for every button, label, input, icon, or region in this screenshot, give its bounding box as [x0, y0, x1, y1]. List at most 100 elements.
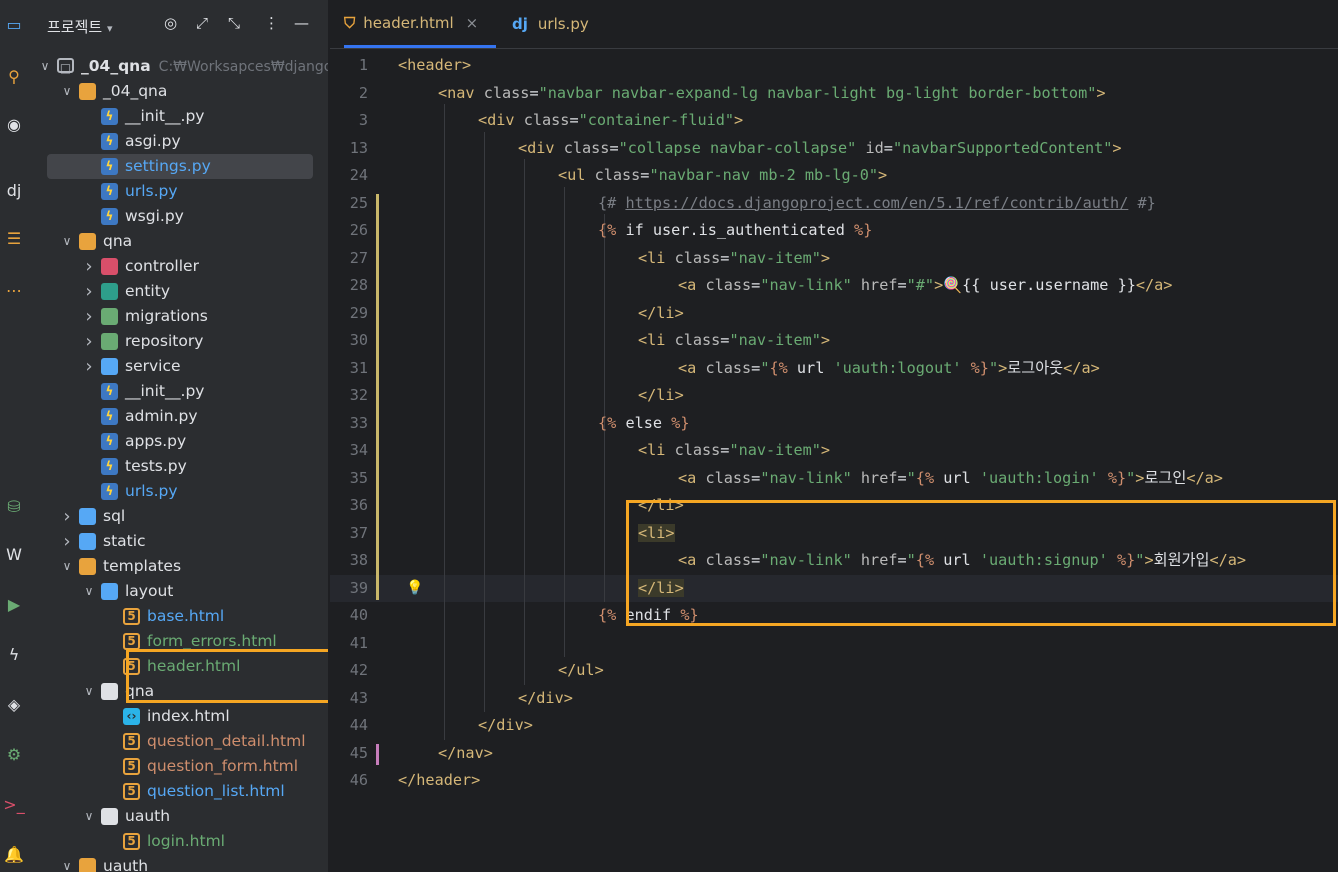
chevron-down-icon[interactable]: ∨	[39, 54, 51, 79]
close-icon[interactable]: ×	[466, 14, 479, 32]
project-panel-header: 프로젝트 ▾ ◎ ⤢ ⤡ ⋮ —	[32, 0, 328, 50]
tab-urls-py[interactable]: dj urls.py	[512, 0, 622, 48]
run-icon[interactable]: ▶	[0, 590, 28, 618]
tree-item[interactable]: ∨ uauth	[32, 804, 328, 829]
tree-item[interactable]: › service	[32, 354, 328, 379]
html5-icon: ⛉	[344, 13, 356, 32]
tree-item[interactable]: ∨ qna	[32, 229, 328, 254]
python-file-icon: ϟ	[101, 383, 118, 400]
tree-item-label: settings.py	[125, 157, 211, 175]
settings-icon[interactable]: ⚙	[0, 740, 28, 768]
tree-item[interactable]: ϟ wsgi.py	[32, 204, 328, 229]
more-icon[interactable]: ⋯	[0, 276, 28, 304]
commit-icon[interactable]: ⚲	[0, 62, 28, 90]
locate-icon[interactable]: ◎	[164, 14, 177, 32]
notifications-icon[interactable]: 🔔	[0, 840, 28, 868]
code-text: <a class="nav-link" href="{% url 'uauth:…	[678, 468, 1223, 487]
html5-icon: 5	[123, 833, 140, 850]
code-text: {# https://docs.djangoproject.com/en/5.1…	[598, 193, 1156, 212]
database-icon[interactable]: ⛁	[0, 492, 28, 520]
tree-item[interactable]: ϟ urls.py	[32, 179, 328, 204]
tree-item-label: login.html	[147, 832, 225, 850]
django-icon: dj	[512, 15, 528, 33]
code-text: </li>	[638, 386, 684, 404]
code-line: 2 <nav class="navbar navbar-expand-lg nav…	[330, 80, 1338, 108]
chevron-right-icon[interactable]: ›	[83, 354, 95, 379]
line-number: 31	[349, 358, 368, 377]
tree-item-label: uauth	[103, 857, 149, 872]
line-number: 38	[349, 551, 368, 569]
tree-item-label: migrations	[125, 307, 208, 325]
github-icon[interactable]: ◉	[0, 110, 28, 138]
chevron-down-icon[interactable]: ∨	[61, 229, 73, 254]
tree-item[interactable]: ϟ apps.py	[32, 429, 328, 454]
code-line: 44 </div>	[330, 712, 1338, 740]
monitor-icon[interactable]: ▭	[0, 10, 28, 38]
options-icon[interactable]: ⋮	[264, 14, 279, 32]
layers-icon[interactable]: ◈	[0, 690, 28, 718]
chevron-right-icon[interactable]: ›	[83, 279, 95, 304]
tree-item[interactable]: ϟ admin.py	[32, 404, 328, 429]
chevron-right-icon[interactable]: ›	[83, 254, 95, 279]
tree-item-label: urls.py	[125, 482, 178, 500]
tree-item-label: question_detail.html	[147, 732, 306, 750]
chevron-down-icon[interactable]: ∨	[83, 579, 95, 604]
code-text: </div>	[518, 688, 573, 707]
project-panel-title[interactable]: 프로젝트 ▾	[47, 16, 113, 37]
controller-package-icon	[101, 258, 118, 275]
django-icon[interactable]: dj	[0, 176, 28, 204]
chevron-right-icon[interactable]: ›	[61, 504, 73, 529]
tree-item[interactable]: ∨ layout	[32, 579, 328, 604]
tree-item[interactable]: › repository	[32, 329, 328, 354]
chevron-down-icon[interactable]: ∨	[83, 804, 95, 829]
terminal-icon[interactable]: >_	[0, 790, 28, 818]
tree-item[interactable]: ∨ □ _04_qna C:₩Worksapces₩django	[32, 54, 328, 79]
tree-item[interactable]: › entity	[32, 279, 328, 304]
tab-label: urls.py	[537, 15, 589, 33]
code-line: 46 </header>	[330, 767, 1338, 795]
tree-item[interactable]: ϟ __init__.py	[32, 104, 328, 129]
tree-item[interactable]: › sql	[32, 504, 328, 529]
chevron-down-icon[interactable]: ∨	[61, 854, 73, 872]
intention-bulb-icon[interactable]: 💡	[406, 575, 423, 603]
tree-item[interactable]: ϟ tests.py	[32, 454, 328, 479]
chevron-right-icon[interactable]: ›	[83, 304, 95, 329]
tree-item[interactable]: › controller	[32, 254, 328, 279]
line-number: 25	[349, 193, 368, 212]
tree-item-label: _04_qna C:₩Worksapces₩django	[81, 54, 328, 80]
chevron-right-icon[interactable]: ›	[61, 529, 73, 554]
chevron-down-icon[interactable]: ∨	[61, 554, 73, 579]
hide-panel-icon[interactable]: —	[294, 14, 309, 32]
tree-item[interactable]: 5 question_list.html	[32, 779, 328, 804]
chevron-down-icon[interactable]: ∨	[61, 79, 73, 104]
line-number: 29	[349, 303, 368, 322]
tab-header-html[interactable]: ⛉ header.html ×	[344, 0, 496, 48]
line-number: 42	[349, 661, 368, 679]
folder-icon	[79, 233, 96, 250]
tree-item[interactable]: 5 question_form.html	[32, 754, 328, 779]
code-text: </ul>	[558, 661, 604, 679]
tree-item[interactable]: ϟ settings.py	[47, 154, 313, 179]
tree-item[interactable]: ϟ __init__.py	[32, 379, 328, 404]
python-icon[interactable]: ϟ	[0, 640, 28, 668]
tree-item[interactable]: ∨ uauth	[32, 854, 328, 872]
tree-item[interactable]: ‹› index.html	[32, 704, 328, 729]
structure-icon[interactable]: ☰	[0, 224, 28, 252]
tree-item[interactable]: › migrations	[32, 304, 328, 329]
folder-icon	[79, 858, 96, 872]
code-line: 34 <li class="nav-item">	[330, 437, 1338, 465]
code-text: <a class="nav-link" href="#">🍭{{ user.us…	[678, 276, 1173, 294]
tree-item[interactable]: ∨ templates	[32, 554, 328, 579]
tree-item[interactable]: 5 base.html	[32, 604, 328, 629]
tree-item[interactable]: ϟ urls.py	[32, 479, 328, 504]
expand-all-icon[interactable]: ⤢	[196, 14, 208, 32]
chevron-down-icon[interactable]: ∨	[83, 679, 95, 704]
collapse-all-icon[interactable]: ⤡	[228, 14, 240, 32]
tree-item[interactable]: ϟ asgi.py	[32, 129, 328, 154]
tree-item[interactable]: 5 login.html	[32, 829, 328, 854]
word-icon[interactable]: W	[0, 540, 28, 568]
tree-item[interactable]: ∨ _04_qna	[32, 79, 328, 104]
tree-item[interactable]: 5 question_detail.html	[32, 729, 328, 754]
chevron-right-icon[interactable]: ›	[83, 329, 95, 354]
tree-item[interactable]: › static	[32, 529, 328, 554]
